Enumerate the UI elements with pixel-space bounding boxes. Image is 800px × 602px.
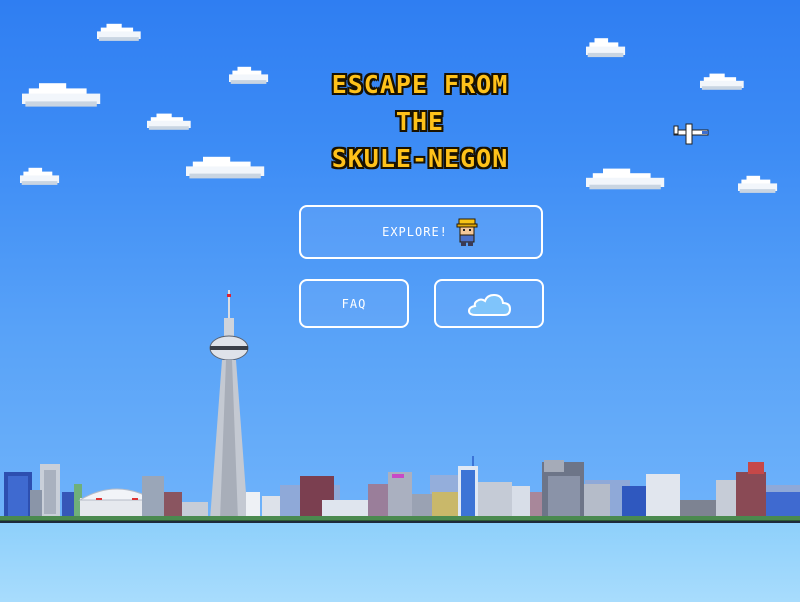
building: [4, 472, 32, 520]
cloud: [700, 73, 744, 90]
cn-tower: [209, 290, 249, 520]
explore-label: EXPLORE!: [382, 225, 448, 239]
airplane-icon: [673, 123, 709, 145]
title-line-2: THE: [395, 107, 445, 136]
cloud: [20, 167, 60, 185]
building: [40, 464, 60, 520]
cloud: [586, 38, 626, 58]
tower-building: [458, 456, 478, 520]
title-line-3: SKULE-NEGON: [331, 144, 509, 173]
game-title: ESCAPE FROM THE SKULE-NEGON: [240, 66, 600, 177]
cloud: [97, 23, 141, 41]
building: [736, 462, 766, 520]
cloud: [738, 175, 778, 193]
lake-water: [0, 521, 800, 602]
cloud: [22, 83, 101, 107]
cloud: [147, 113, 191, 130]
explore-button[interactable]: EXPLORE!: [299, 205, 543, 259]
hardhat-character-icon: [456, 218, 478, 246]
title-line-1: ESCAPE FROM: [331, 70, 509, 99]
city-skyline: [0, 290, 800, 522]
building: [542, 460, 584, 520]
